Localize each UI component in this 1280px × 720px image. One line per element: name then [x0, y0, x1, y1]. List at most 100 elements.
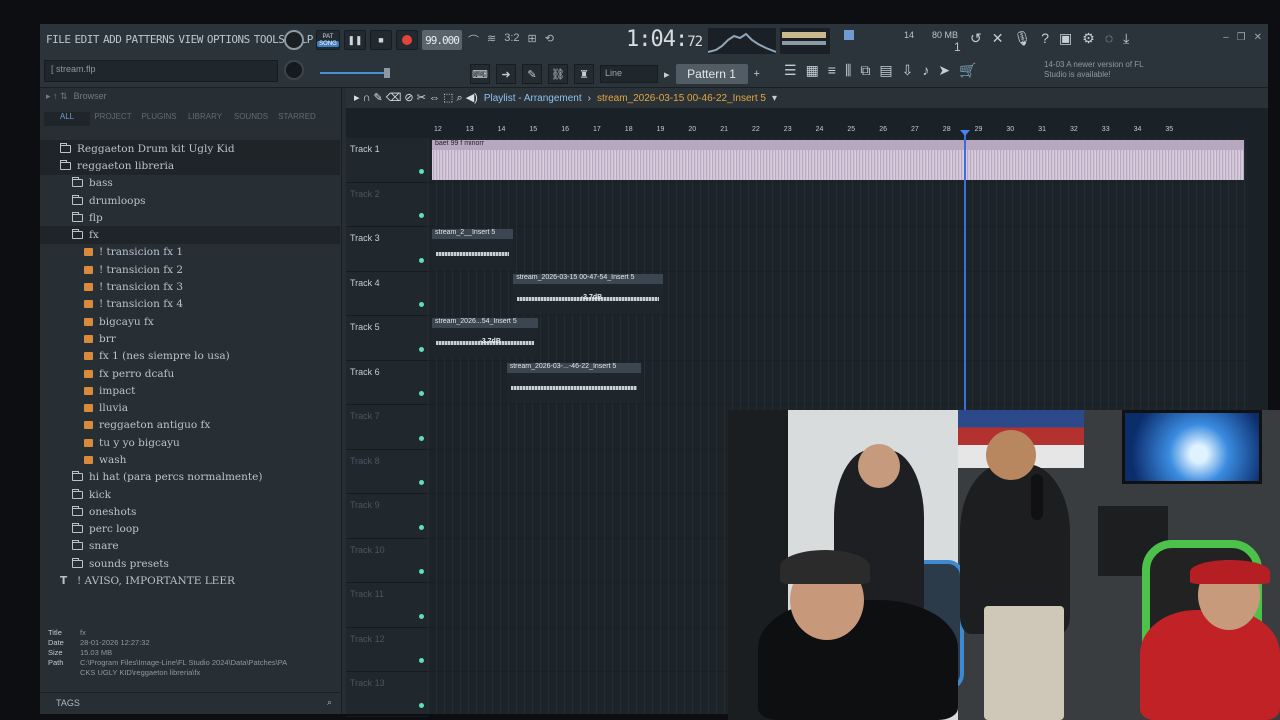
browser-item[interactable]: ! transicion fx 4: [40, 296, 340, 313]
track-header[interactable]: Track 2: [346, 183, 428, 227]
track-header[interactable]: Track 3: [346, 227, 428, 272]
track-header[interactable]: Track 1: [346, 138, 428, 183]
audio-clip[interactable]: stream_2026-03-...-46-22_Insert 5: [506, 362, 641, 403]
tags-bar[interactable]: TAGS ⌕: [40, 692, 340, 714]
browser-item[interactable]: impact: [40, 382, 340, 399]
plugin-icon[interactable]: ⚙: [1082, 30, 1095, 47]
arrangement-name[interactable]: stream_2026-03-15 00-46-22_Insert 5: [597, 93, 766, 104]
metronome-icon[interactable]: ⌒: [468, 32, 479, 48]
track-enable-led[interactable]: [419, 702, 424, 708]
browser-item[interactable]: bigcayu fx: [40, 313, 340, 330]
plugin-db-icon[interactable]: ⇩: [902, 62, 914, 79]
playlist-tools-icon[interactable]: ▸ ∩ ✎ ⌫ ⊘ ✂ ⇔ ⬚ ⌕ ◀): [354, 91, 478, 105]
track-header[interactable]: Track 7: [346, 405, 428, 450]
browser-icon[interactable]: ⧉: [860, 62, 870, 79]
channel-rack-icon[interactable]: ≡: [828, 62, 836, 79]
audio-clip[interactable]: baet 99 f minorr: [432, 140, 1244, 180]
mic-icon[interactable]: 🎙: [1013, 30, 1031, 47]
song-position[interactable]: 1:04:72: [626, 27, 703, 52]
send-icon[interactable]: ➤: [938, 62, 950, 79]
track-enable-led[interactable]: [419, 480, 424, 485]
pattern-selector[interactable]: Pattern 1: [675, 64, 748, 84]
browser-item[interactable]: kick: [40, 486, 340, 503]
browser-item[interactable]: flp: [40, 209, 340, 226]
browser-item[interactable]: snare: [40, 538, 340, 555]
menu-options[interactable]: OPTIONS: [207, 32, 250, 47]
browser-item[interactable]: Reggaeton Drum kit Ugly Kid: [40, 140, 340, 158]
track-enable-led[interactable]: [419, 435, 424, 441]
track-enable-led[interactable]: [419, 658, 424, 663]
tuning-icon[interactable]: ♪: [922, 62, 929, 79]
track-enable-led[interactable]: [419, 257, 424, 263]
pat-song-toggle[interactable]: PAT SONG: [316, 30, 340, 50]
menu-tools[interactable]: TOOLS: [254, 32, 285, 47]
dropdown-icon[interactable]: ▾: [772, 93, 777, 104]
add-pattern-icon[interactable]: +: [754, 68, 760, 80]
blend-icon[interactable]: ⊞: [528, 32, 537, 48]
minimize-icon[interactable]: –: [1223, 32, 1229, 43]
browser-item[interactable]: lluvia: [40, 399, 340, 416]
record-button[interactable]: [396, 30, 418, 50]
tools-icon[interactable]: ✕: [992, 30, 1004, 47]
browser-item[interactable]: bass: [40, 175, 340, 192]
browser-item[interactable]: reggaeton libreria: [40, 157, 340, 175]
browser-item[interactable]: sounds presets: [40, 555, 340, 572]
tempo-display[interactable]: 99.000: [422, 30, 462, 50]
browser-item[interactable]: fx: [40, 226, 340, 244]
download-icon[interactable]: ⤓: [1123, 30, 1129, 47]
loop-record-icon[interactable]: ⟲: [545, 32, 554, 48]
browser-item[interactable]: wash: [40, 451, 340, 468]
tab-all[interactable]: ALL: [44, 112, 90, 126]
browser-item[interactable]: fx perro dcafu: [40, 365, 340, 382]
tab-plugins[interactable]: PLUGINS: [136, 112, 182, 126]
track-enable-led[interactable]: [419, 302, 424, 307]
browser-item[interactable]: brr: [40, 330, 340, 347]
pencil-icon[interactable]: ✎: [522, 64, 542, 84]
track-enable-led[interactable]: [419, 613, 424, 619]
browser-item[interactable]: ! transicion fx 1: [40, 244, 340, 261]
undo-icon[interactable]: ↺: [970, 30, 982, 47]
audio-clip[interactable]: stream_2__Insert 5: [432, 229, 514, 269]
tab-starred[interactable]: STARRED: [274, 112, 320, 126]
timeline-ruler[interactable]: 12 13 14 15 16 17 18 19 20 21 22 23 24 25 26 27 28 29 30 31…: [428, 124, 1248, 138]
tab-sounds[interactable]: SOUNDS: [228, 112, 274, 126]
wait-icon[interactable]: ≋: [487, 32, 496, 48]
track-enable-led[interactable]: [419, 391, 424, 396]
play-arrow-icon[interactable]: ▸: [664, 68, 670, 81]
track-header[interactable]: Track 12: [346, 628, 428, 672]
browser-item[interactable]: fx 1 (nes siempre lo usa): [40, 348, 340, 365]
countdown-icon[interactable]: 3:2: [504, 32, 519, 48]
tab-project[interactable]: PROJECT: [90, 112, 136, 126]
audio-clip[interactable]: stream_2026-03-15 00-47-54_Insert 5 -3.7d…: [513, 273, 664, 314]
chat-icon[interactable]: ◌: [1105, 30, 1113, 47]
stamp-icon[interactable]: ♜: [574, 64, 594, 84]
track-header[interactable]: Track 9: [346, 494, 428, 539]
restore-icon[interactable]: ❐: [1237, 32, 1246, 43]
arrow-right-icon[interactable]: ➜: [496, 64, 516, 84]
browser-item[interactable]: ! transicion fx 2: [40, 261, 340, 278]
pause-button[interactable]: ❚❚: [344, 30, 366, 50]
track-header[interactable]: Track 11: [346, 583, 428, 628]
browser-item[interactable]: drumloops: [40, 192, 340, 209]
main-volume-knob[interactable]: [284, 30, 304, 50]
browser-item[interactable]: hi hat (para percs normalmente): [40, 469, 340, 486]
browser-item[interactable]: tu y yo bigcayu: [40, 434, 340, 451]
audio-clip[interactable]: stream_2026...54_Insert 5 -3.7dB: [432, 318, 538, 358]
menu-edit[interactable]: EDIT: [75, 32, 100, 47]
master-pitch-slider[interactable]: [320, 68, 390, 78]
stop-button[interactable]: ■: [370, 30, 392, 50]
link-icon[interactable]: ⛓: [548, 64, 568, 84]
menu-view[interactable]: VIEW: [178, 32, 203, 47]
track-enable-led[interactable]: [419, 524, 424, 530]
help-icon[interactable]: ?: [1041, 30, 1049, 47]
track-enable-led[interactable]: [419, 213, 424, 218]
typing-keyboard-icon[interactable]: ⌨: [470, 64, 490, 84]
browser-item[interactable]: reggaeton antiguo fx: [40, 417, 340, 434]
browser-arrow-icon[interactable]: ▸ ↑ ⇅: [46, 91, 68, 103]
playlist-icon[interactable]: ☰: [784, 62, 797, 79]
snap-select[interactable]: Line: [600, 65, 658, 83]
track-enable-led[interactable]: [419, 346, 424, 352]
menu-add[interactable]: ADD: [103, 32, 122, 47]
search-icon[interactable]: ⌕: [327, 697, 332, 708]
main-pitch-knob[interactable]: [284, 60, 304, 80]
